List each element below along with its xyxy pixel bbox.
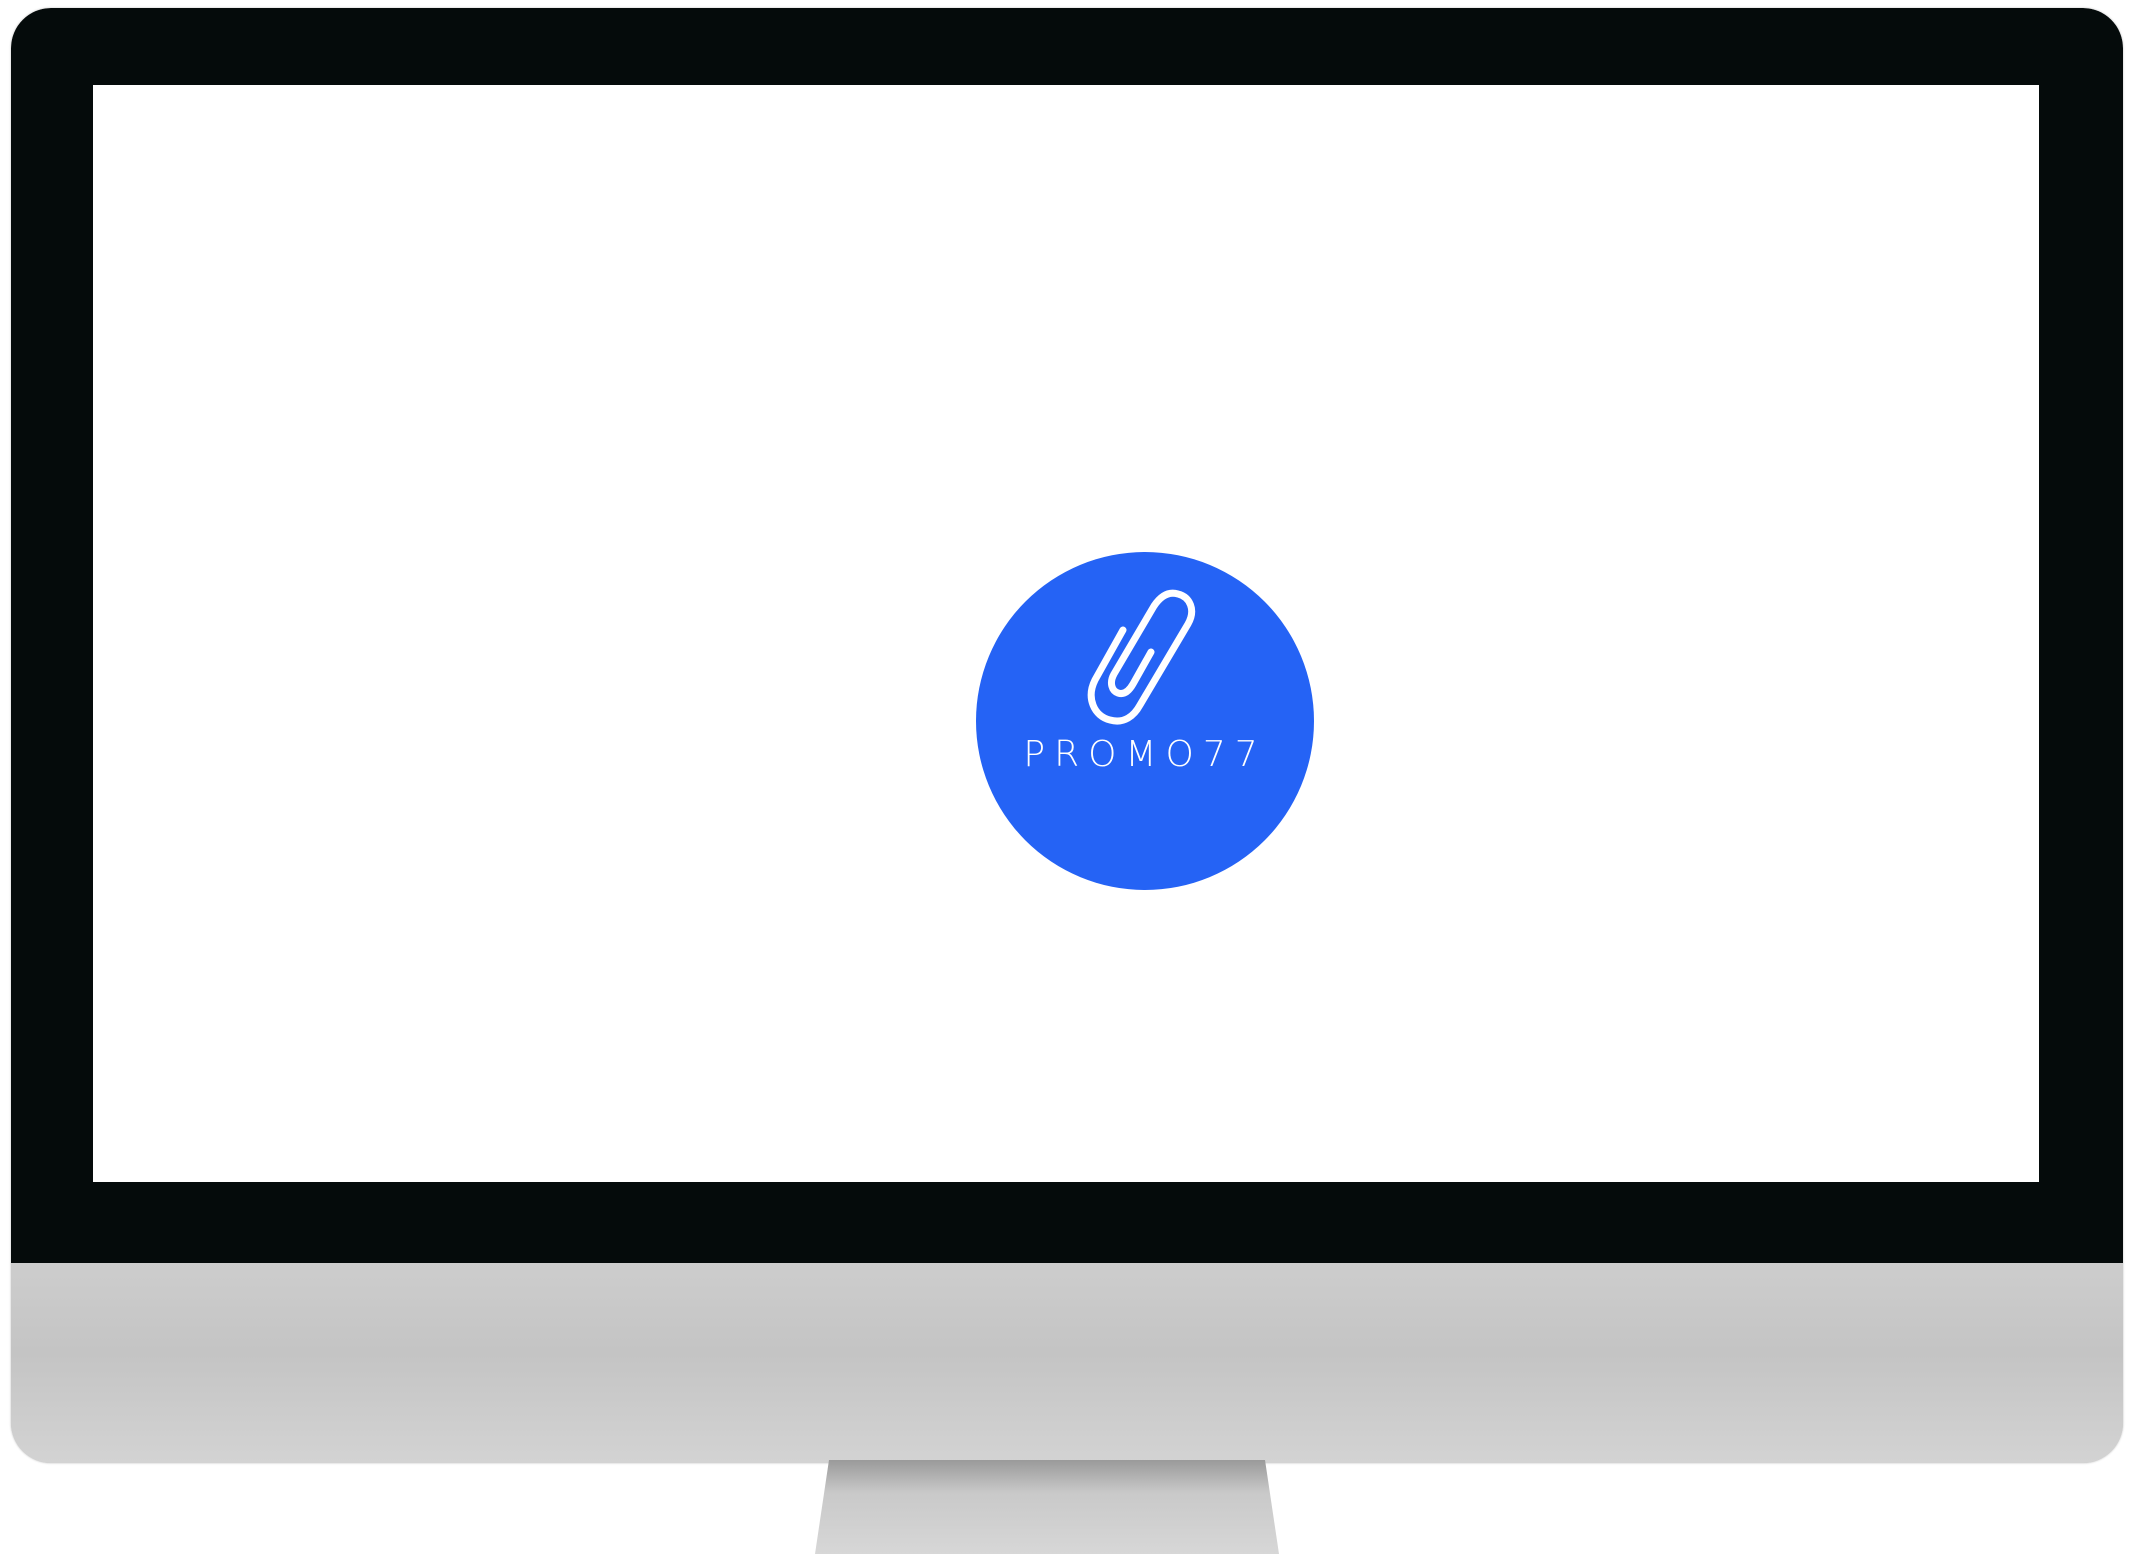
monitor: PROMO77 [11,8,2123,1463]
monitor-mockup: PROMO77 [0,0,2134,1554]
monitor-bezel: PROMO77 [11,8,2123,1263]
monitor-stand [815,1460,1279,1554]
monitor-chin [11,1263,2123,1463]
logo-wordmark: PROMO77 [1023,734,1267,775]
promo77-logo[interactable]: PROMO77 [976,552,1314,890]
paperclip-icon [1087,589,1196,725]
screen: PROMO77 [93,85,2039,1182]
